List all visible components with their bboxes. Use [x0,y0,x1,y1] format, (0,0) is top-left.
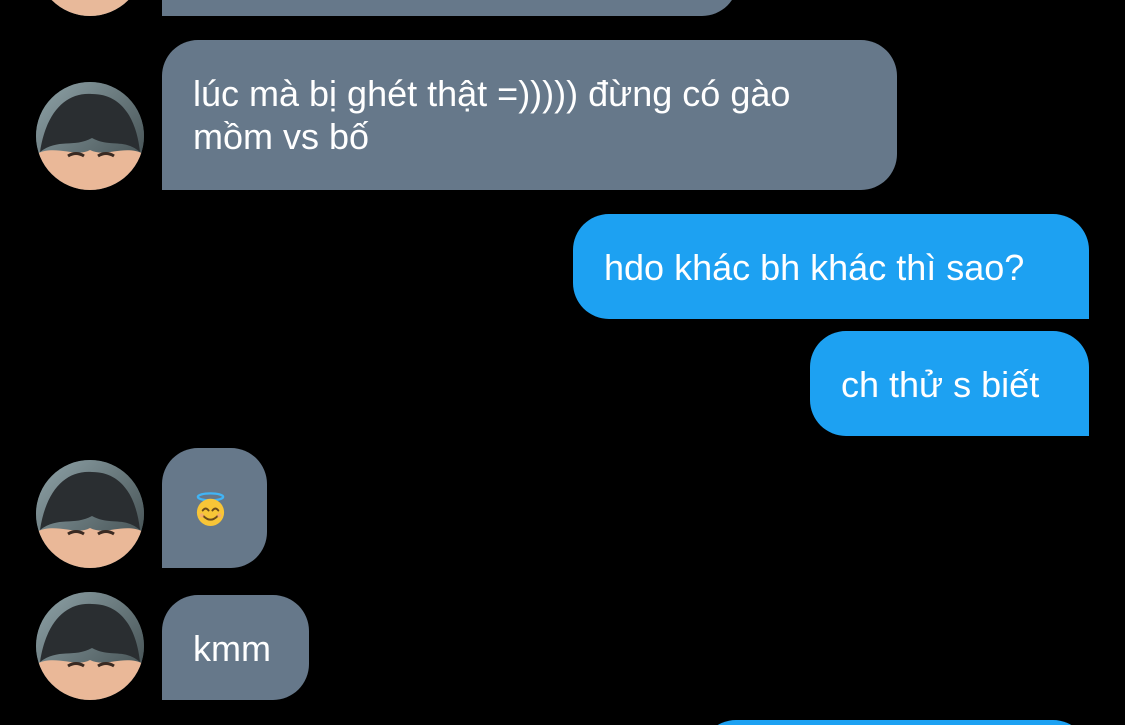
smiling-face-with-halo-icon [196,492,225,527]
message-text: hdo khác bh khác thì sao? [604,247,1025,288]
contact-avatar[interactable] [36,460,144,568]
contact-avatar[interactable] [36,0,144,16]
contact-photo-icon [36,0,144,16]
message-bubble-incoming[interactable]: lúc mà bị ghét thật =))))) đừng có gào m… [162,40,897,190]
contact-avatar[interactable] [36,592,144,700]
message-bubble-outgoing[interactable]: ch thử s biết [810,331,1089,436]
contact-photo-icon [36,592,144,700]
chat-thread: lúc mà bị ghét thật =))))) đừng có gào m… [0,0,1125,725]
contact-photo-icon [36,82,144,190]
message-text: lúc mà bị ghét thật =))))) đừng có gào [193,73,791,114]
message-text: kmm [193,628,271,669]
contact-avatar[interactable] [36,82,144,190]
message-bubble-incoming[interactable] [162,0,738,16]
message-text: mồm vs bố [193,116,370,157]
message-bubble-incoming[interactable]: kmm [162,595,309,700]
message-bubble-outgoing[interactable]: hdo khác bh khác thì sao? [573,214,1089,319]
message-bubble-outgoing[interactable] [700,720,1089,725]
message-bubble-incoming[interactable] [162,448,267,568]
message-text: ch thử s biết [841,364,1040,405]
contact-photo-icon [36,460,144,568]
